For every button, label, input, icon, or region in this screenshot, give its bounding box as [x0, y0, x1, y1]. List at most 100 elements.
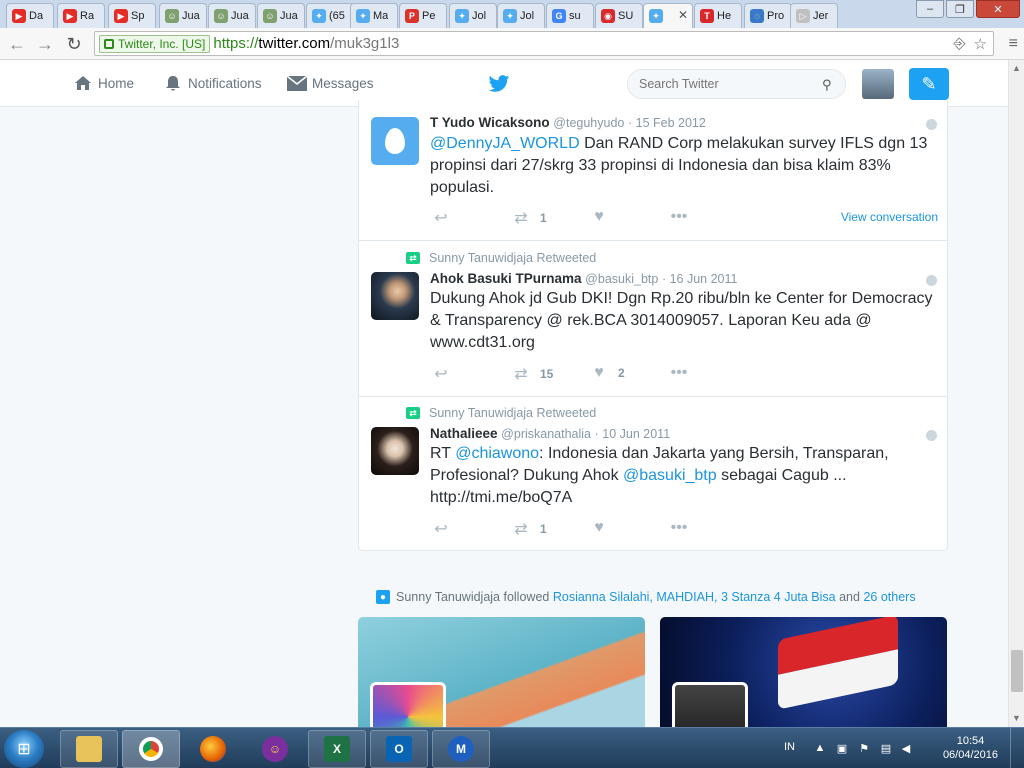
browser-tab[interactable]: ▷ Jer	[790, 3, 838, 28]
clock-time: 10:54	[956, 735, 985, 747]
taskbar-outlook[interactable]: O	[370, 730, 428, 768]
back-button[interactable]: ←	[6, 33, 28, 55]
tweet-item[interactable]: ⇄ Sunny Tanuwidjaja Retweeted Nathalieee…	[359, 397, 947, 550]
retweet-button[interactable]: ⇄ 1	[510, 519, 546, 539]
tweet-author-handle[interactable]: @basuki_btp	[585, 272, 658, 286]
scroll-down-arrow-icon[interactable]: ▼	[1012, 713, 1021, 723]
profile-card-avatar[interactable]	[672, 682, 748, 727]
tweet-avatar[interactable]	[371, 272, 419, 320]
like-button[interactable]: ♥	[588, 519, 618, 537]
browser-tab[interactable]: ◉ SU	[595, 3, 643, 28]
page-scrollbar[interactable]: ▲ ▼	[1008, 60, 1024, 727]
tweet-mention-link[interactable]: @chiawono	[455, 445, 539, 462]
more-button[interactable]: •••	[668, 364, 690, 382]
retweet-button[interactable]: ⇄ 15	[510, 364, 553, 384]
taskbar-explorer[interactable]	[60, 730, 118, 768]
input-language[interactable]: IN	[784, 741, 795, 753]
taskbar-malwarebytes[interactable]: M	[432, 730, 490, 768]
profile-card-avatar[interactable]	[370, 682, 446, 727]
browser-tab[interactable]: ✦ Jol	[449, 3, 497, 28]
retweet-context-icon: ⇄	[406, 407, 420, 419]
retweet-button[interactable]: ⇄ 1	[510, 208, 546, 228]
tweet-avatar[interactable]	[371, 117, 419, 165]
view-conversation-link[interactable]: View conversation	[841, 210, 938, 224]
tab-close-icon[interactable]: ✕	[678, 8, 688, 22]
address-bar[interactable]: Twitter, Inc. [US] https://twitter.com/m…	[94, 31, 994, 56]
bookmark-star-icon[interactable]: ☆	[974, 35, 987, 53]
browser-tab[interactable]: ✦ ✕	[643, 3, 693, 28]
tweet-date[interactable]: · 15 Feb 2012	[628, 116, 706, 130]
more-button[interactable]: •••	[668, 519, 690, 537]
retweet-context-label[interactable]: Sunny Tanuwidjaja Retweeted	[429, 251, 596, 265]
tab-favicon-icon: ✦	[356, 9, 370, 23]
compose-tweet-button[interactable]: ✎	[909, 68, 949, 100]
browser-tab[interactable]: ▶ Sp	[108, 3, 156, 28]
followed-names[interactable]: Rosianna Silalahi, MAHDIAH, 3 Stanza 4 J…	[553, 590, 836, 604]
nav-home[interactable]: Home	[73, 74, 134, 92]
taskbar-excel[interactable]: X	[308, 730, 366, 768]
browser-tab[interactable]: ▶ Da	[6, 3, 54, 28]
flag-icon[interactable]: ⚑	[858, 742, 870, 755]
taskbar-firefox[interactable]	[184, 730, 242, 768]
browser-tab[interactable]: ✦ Ma	[350, 3, 398, 28]
reply-button[interactable]: ↩	[430, 519, 452, 539]
user-avatar[interactable]	[862, 69, 894, 99]
scrollbar-thumb[interactable]	[1011, 650, 1023, 692]
maximize-button[interactable]: ❐	[946, 0, 974, 18]
show-hidden-icons-icon[interactable]: ▲	[814, 742, 826, 754]
browser-tab[interactable]: T He	[694, 3, 742, 28]
twitter-bird-icon[interactable]	[488, 74, 510, 94]
tweet-avatar[interactable]	[371, 427, 419, 475]
tweet-mention-link[interactable]: @basuki_btp	[623, 467, 717, 484]
browser-tab[interactable]: ✦ Jol	[497, 3, 545, 28]
tweet-date[interactable]: · 16 Jun 2011	[662, 272, 738, 286]
close-window-button[interactable]: ✕	[976, 0, 1020, 18]
followed-others-link[interactable]: 26 others	[863, 590, 915, 604]
network-app-icon[interactable]: ▣	[836, 742, 848, 755]
browser-menu-icon[interactable]: ≡	[1009, 35, 1018, 53]
start-button[interactable]: ⊞	[4, 730, 44, 768]
tweet-author-handle[interactable]: @teguhyudo	[553, 116, 624, 130]
show-desktop-button[interactable]	[1010, 728, 1024, 768]
reply-button[interactable]: ↩	[430, 208, 452, 228]
scroll-up-arrow-icon[interactable]: ▲	[1012, 63, 1021, 73]
browser-tab[interactable]: ☺ Jua	[257, 3, 305, 28]
tweet-author-name[interactable]: T Yudo Wicaksono	[430, 115, 550, 130]
like-button[interactable]: ♥	[588, 208, 618, 226]
tweet-author-handle[interactable]: @priskanathalia	[501, 427, 591, 441]
more-button[interactable]: •••	[668, 208, 690, 226]
browser-tab[interactable]: ☺ Jua	[208, 3, 256, 28]
profile-card[interactable]	[660, 617, 947, 727]
translate-icon[interactable]: ⎆	[954, 35, 966, 53]
ev-certificate-badge[interactable]: Twitter, Inc. [US]	[99, 34, 211, 53]
tweet-item[interactable]: ⇄ Sunny Tanuwidjaja Retweeted Ahok Basuk…	[359, 241, 947, 397]
browser-tab[interactable]: ☺ Jua	[159, 3, 207, 28]
taskbar-yahoo-messenger[interactable]: ☺	[246, 730, 304, 768]
browser-tab[interactable]: ◌ Pro	[744, 3, 792, 28]
browser-tab[interactable]: P Pe	[399, 3, 447, 28]
minimize-button[interactable]: –	[916, 0, 944, 18]
search-icon[interactable]: ⚲	[822, 77, 832, 93]
browser-tab[interactable]: ▶ Ra	[57, 3, 105, 28]
tweet-author-name[interactable]: Ahok Basuki TPurnama	[430, 271, 582, 286]
search-input[interactable]	[627, 69, 846, 99]
taskbar-chrome[interactable]	[122, 730, 180, 768]
retweet-context-label[interactable]: Sunny Tanuwidjaja Retweeted	[429, 406, 596, 420]
volume-icon[interactable]: ◀	[900, 742, 912, 755]
profile-card[interactable]	[358, 617, 645, 727]
tweet-author-name[interactable]: Nathalieee	[430, 426, 498, 441]
tweet-item[interactable]: T Yudo Wicaksono @teguhyudo · 15 Feb 201…	[359, 100, 947, 241]
tweet-date[interactable]: · 10 Jun 2011	[595, 427, 671, 441]
reply-button[interactable]: ↩	[430, 364, 452, 384]
nav-notifications[interactable]: Notifications	[163, 74, 262, 92]
followed-prefix[interactable]: Sunny Tanuwidjaja followed	[396, 590, 549, 604]
browser-tab[interactable]: Gsu	[546, 3, 594, 28]
nav-messages[interactable]: Messages	[287, 74, 374, 92]
like-button[interactable]: ♥ 2	[588, 364, 624, 382]
network-icon[interactable]: ▤	[880, 742, 892, 755]
reload-button[interactable]: ↻	[63, 33, 85, 55]
tweet-mention-link[interactable]: @DennyJA_WORLD	[430, 135, 580, 152]
forward-button[interactable]: →	[34, 33, 56, 55]
browser-tab[interactable]: ✦ (65	[306, 3, 354, 28]
system-clock[interactable]: 10:54 06/04/2016	[943, 734, 998, 762]
